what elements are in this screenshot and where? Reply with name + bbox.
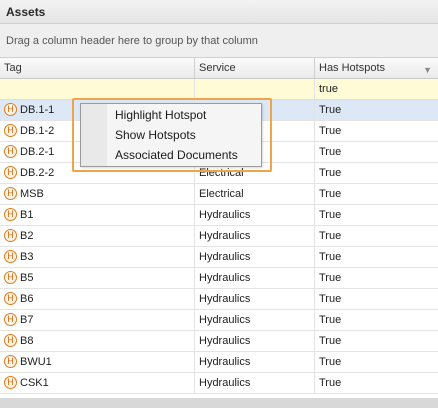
has-hotspots-cell[interactable]: True bbox=[315, 247, 438, 267]
tag-label: B6 bbox=[20, 293, 34, 305]
service-cell[interactable]: Hydraulics bbox=[195, 205, 315, 225]
table-row[interactable]: H B2 Hydraulics True bbox=[0, 226, 438, 247]
hotspot-h-icon: H bbox=[4, 124, 17, 138]
hotspot-h-icon: H bbox=[4, 271, 17, 285]
tag-label: DB.2-1 bbox=[20, 146, 55, 158]
hotspot-h-icon: H bbox=[4, 292, 17, 306]
service-cell[interactable]: Hydraulics bbox=[195, 226, 315, 246]
tag-label: DB.1-2 bbox=[20, 125, 55, 137]
has-hotspots-cell[interactable]: True bbox=[315, 373, 438, 393]
tag-label: B1 bbox=[20, 209, 34, 221]
menu-item-show-hotspots[interactable]: Show Hotspots bbox=[115, 125, 196, 145]
tag-cell[interactable]: H CSK1 bbox=[0, 373, 195, 393]
has-hotspots-cell[interactable]: True bbox=[315, 184, 438, 204]
tag-cell[interactable]: H B3 bbox=[0, 247, 195, 267]
has-hotspots-cell[interactable]: True bbox=[315, 310, 438, 330]
filter-cell-service[interactable] bbox=[195, 79, 315, 99]
service-cell[interactable]: Hydraulics bbox=[195, 247, 315, 267]
table-row[interactable]: H CSK1 Hydraulics True bbox=[0, 373, 438, 394]
filter-icon[interactable]: ▼ bbox=[423, 60, 432, 80]
service-cell[interactable]: Hydraulics bbox=[195, 331, 315, 351]
has-hotspots-cell[interactable]: True bbox=[315, 121, 438, 141]
table-row[interactable]: H B7 Hydraulics True bbox=[0, 310, 438, 331]
has-hotspots-cell[interactable]: True bbox=[315, 289, 438, 309]
hotspot-h-icon: H bbox=[4, 250, 17, 264]
tag-cell[interactable]: H B8 bbox=[0, 331, 195, 351]
hotspot-h-icon: H bbox=[4, 187, 17, 201]
tag-cell[interactable]: H BWU1 bbox=[0, 352, 195, 372]
tag-label: B8 bbox=[20, 335, 34, 347]
column-header-tag[interactable]: Tag bbox=[0, 58, 195, 78]
context-menu-icon-gutter bbox=[81, 104, 107, 166]
tag-cell[interactable]: H B7 bbox=[0, 310, 195, 330]
hotspot-h-icon: H bbox=[4, 103, 17, 117]
tag-label: CSK1 bbox=[20, 377, 49, 389]
context-menu: Highlight Hotspot Show Hotspots Associat… bbox=[80, 103, 262, 167]
service-cell[interactable]: Hydraulics bbox=[195, 310, 315, 330]
hotspot-h-icon: H bbox=[4, 313, 17, 327]
has-hotspots-cell[interactable]: True bbox=[315, 268, 438, 288]
tag-label: MSB bbox=[20, 188, 44, 200]
service-cell[interactable]: Hydraulics bbox=[195, 352, 315, 372]
service-cell[interactable]: Hydraulics bbox=[195, 289, 315, 309]
tag-cell[interactable]: H B2 bbox=[0, 226, 195, 246]
column-header-has-hotspots-label: Has Hotspots bbox=[319, 62, 386, 74]
menu-item-highlight-hotspot[interactable]: Highlight Hotspot bbox=[115, 105, 206, 125]
tag-label: DB.1-1 bbox=[20, 104, 55, 116]
menu-item-associated-documents[interactable]: Associated Documents bbox=[115, 145, 238, 165]
table-row[interactable]: H B1 Hydraulics True bbox=[0, 205, 438, 226]
auto-filter-row: true bbox=[0, 79, 438, 100]
panel-title: Assets bbox=[0, 0, 438, 24]
hotspot-h-icon: H bbox=[4, 145, 17, 159]
table-row[interactable]: H MSB Electrical True bbox=[0, 184, 438, 205]
column-header-service[interactable]: Service bbox=[195, 58, 315, 78]
horizontal-scrollbar[interactable] bbox=[0, 398, 438, 408]
hotspot-h-icon: H bbox=[4, 166, 17, 180]
has-hotspots-cell[interactable]: True bbox=[315, 331, 438, 351]
tag-cell[interactable]: H B5 bbox=[0, 268, 195, 288]
column-header-has-hotspots[interactable]: Has Hotspots ▼ bbox=[315, 58, 438, 78]
table-row[interactable]: H B3 Hydraulics True bbox=[0, 247, 438, 268]
hotspot-h-icon: H bbox=[4, 229, 17, 243]
hotspot-h-icon: H bbox=[4, 376, 17, 390]
table-row[interactable]: H B5 Hydraulics True bbox=[0, 268, 438, 289]
column-header-row: Tag Service Has Hotspots ▼ bbox=[0, 58, 438, 79]
hotspot-h-icon: H bbox=[4, 355, 17, 369]
has-hotspots-cell[interactable]: True bbox=[315, 205, 438, 225]
tag-cell[interactable]: H MSB bbox=[0, 184, 195, 204]
hotspot-h-icon: H bbox=[4, 334, 17, 348]
tag-label: BWU1 bbox=[20, 356, 52, 368]
group-by-hint: Drag a column header here to group by th… bbox=[6, 35, 258, 47]
service-cell[interactable]: Electrical bbox=[195, 184, 315, 204]
tag-cell[interactable]: H B1 bbox=[0, 205, 195, 225]
has-hotspots-cell[interactable]: True bbox=[315, 100, 438, 120]
hotspot-h-icon: H bbox=[4, 208, 17, 222]
filter-cell-tag[interactable] bbox=[0, 79, 195, 99]
service-cell[interactable]: Hydraulics bbox=[195, 268, 315, 288]
has-hotspots-cell[interactable]: True bbox=[315, 226, 438, 246]
has-hotspots-cell[interactable]: True bbox=[315, 163, 438, 183]
service-cell[interactable]: Hydraulics bbox=[195, 373, 315, 393]
tag-label: B3 bbox=[20, 251, 34, 263]
table-row[interactable]: H BWU1 Hydraulics True bbox=[0, 352, 438, 373]
group-by-panel[interactable]: Drag a column header here to group by th… bbox=[0, 24, 438, 58]
table-row[interactable]: H B6 Hydraulics True bbox=[0, 289, 438, 310]
filter-cell-has-hotspots[interactable]: true bbox=[315, 79, 438, 99]
tag-label: B2 bbox=[20, 230, 34, 242]
has-hotspots-cell[interactable]: True bbox=[315, 352, 438, 372]
has-hotspots-cell[interactable]: True bbox=[315, 142, 438, 162]
table-row[interactable]: H B8 Hydraulics True bbox=[0, 331, 438, 352]
tag-label: DB.2-2 bbox=[20, 167, 55, 179]
tag-label: B5 bbox=[20, 272, 34, 284]
tag-label: B7 bbox=[20, 314, 34, 326]
tag-cell[interactable]: H B6 bbox=[0, 289, 195, 309]
